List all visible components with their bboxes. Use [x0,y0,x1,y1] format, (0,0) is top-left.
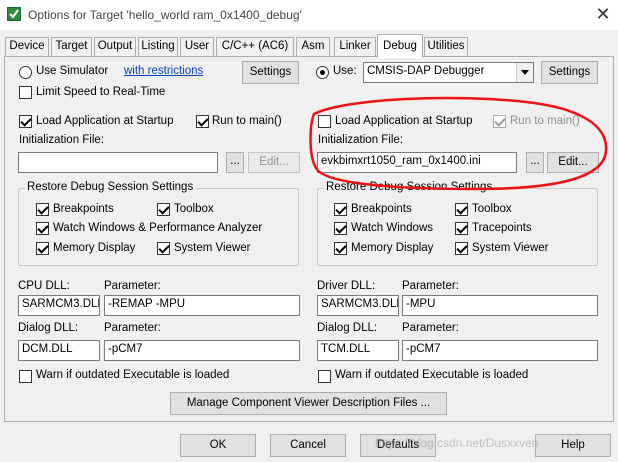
right-dialog-param-label: Parameter: [402,322,459,334]
right-run-to-main-label: Run to main() [510,115,580,127]
left-edit-button[interactable]: Edit... [248,152,300,173]
right-system-viewer-label: System Viewer [472,242,549,254]
left-toolbox-label: Toolbox [174,203,214,215]
right-warn-label: Warn if outdated Executable is loaded [335,369,529,381]
left-breakpoints-label: Breakpoints [53,203,114,215]
left-dialog-dll-input[interactable]: DCM.DLL [18,340,100,361]
debugger-select[interactable]: CMSIS-DAP Debugger [363,62,534,83]
tab-debug[interactable]: Debug [377,34,423,58]
right-load-app-checkbox[interactable] [318,115,331,128]
watermark: https://blog.csdn.net/Dusxxven [375,436,539,450]
left-system-viewer-checkbox[interactable] [157,242,170,255]
right-tracepoints-checkbox[interactable] [455,222,468,235]
left-dialog-param-label: Parameter: [104,322,161,334]
left-memory-display-checkbox[interactable] [36,242,49,255]
use-debugger-radio[interactable] [316,66,329,79]
ok-button[interactable]: OK [180,434,256,457]
right-run-to-main-checkbox[interactable] [493,115,506,128]
right-breakpoints-label: Breakpoints [351,203,412,215]
tab-output[interactable]: Output [94,37,136,56]
left-load-app-label: Load Application at Startup [36,115,174,127]
tab-utilities[interactable]: Utilities [424,37,468,56]
right-edit-button[interactable]: Edit... [547,152,599,173]
window-title: Options for Target 'hello_world ram_0x14… [28,8,302,22]
right-breakpoints-checkbox[interactable] [334,203,347,216]
left-warn-checkbox[interactable] [19,370,32,383]
use-label: Use: [333,65,357,77]
left-run-to-main-label: Run to main() [212,115,282,127]
left-toolbox-checkbox[interactable] [157,203,170,216]
debugger-select-value: CMSIS-DAP Debugger [367,65,485,77]
tab-asm[interactable]: Asm [296,37,330,56]
left-dialog-param-input[interactable]: -pCM7 [104,340,300,361]
left-warn-label: Warn if outdated Executable is loaded [36,369,230,381]
left-run-to-main-checkbox[interactable] [196,115,209,128]
left-system-viewer-label: System Viewer [174,242,251,254]
tab-cc-ac6[interactable]: C/C++ (AC6) [216,37,294,56]
left-memory-display-label: Memory Display [53,242,136,254]
left-restore-group-title: Restore Debug Session Settings [25,181,196,193]
manage-component-viewer-button[interactable]: Manage Component Viewer Description File… [170,392,447,415]
right-dialog-dll-label: Dialog DLL: [317,322,378,334]
driver-dll-input[interactable]: SARMCM3.DLL [317,295,399,316]
cpu-dll-label: CPU DLL: [18,280,70,292]
right-dialog-param-input[interactable]: -pCM7 [402,340,598,361]
chevron-down-icon[interactable] [516,63,533,82]
use-simulator-radio[interactable] [19,66,32,79]
tab-device[interactable]: Device [5,37,49,56]
right-restore-group-title: Restore Debug Session Settings [324,181,495,193]
tab-target[interactable]: Target [51,37,92,56]
cpu-param-input[interactable]: -REMAP -MPU [104,295,300,316]
use-simulator-label: Use Simulator [36,65,109,77]
right-init-file-input[interactable]: evkbimxrt1050_ram_0x1400.ini [317,152,517,173]
tab-linker[interactable]: Linker [334,37,376,56]
driver-param-label: Parameter: [402,280,459,292]
app-icon [7,7,21,21]
right-load-app-label: Load Application at Startup [335,115,473,127]
left-load-app-checkbox[interactable] [19,115,32,128]
left-dialog-dll-label: Dialog DLL: [18,322,79,334]
right-tracepoints-label: Tracepoints [472,222,532,234]
right-dialog-dll-input[interactable]: TCM.DLL [317,340,399,361]
right-system-viewer-checkbox[interactable] [455,242,468,255]
close-icon[interactable]: ✕ [591,2,615,26]
right-watch-windows-checkbox[interactable] [334,222,347,235]
left-watch-windows-checkbox[interactable] [36,222,49,235]
right-toolbox-checkbox[interactable] [455,203,468,216]
cpu-param-label: Parameter: [104,280,161,292]
left-init-file-input[interactable] [18,152,218,173]
right-settings-button[interactable]: Settings [541,61,598,84]
cancel-button[interactable]: Cancel [270,434,346,457]
left-watch-windows-label: Watch Windows & Performance Analyzer [53,222,263,234]
right-memory-display-label: Memory Display [351,242,434,254]
left-browse-button[interactable]: ... [226,152,244,173]
tab-user[interactable]: User [180,37,214,56]
tab-listing[interactable]: Listing [138,37,178,56]
help-button[interactable]: Help [535,434,611,457]
driver-param-input[interactable]: -MPU [402,295,598,316]
right-warn-checkbox[interactable] [318,370,331,383]
right-browse-button[interactable]: ... [526,152,544,173]
right-init-file-label: Initialization File: [318,134,404,146]
limit-speed-label: Limit Speed to Real-Time [36,86,166,98]
left-settings-button[interactable]: Settings [242,61,299,84]
left-init-file-label: Initialization File: [19,134,105,146]
with-restrictions-link[interactable]: with restrictions [124,65,203,77]
limit-speed-checkbox[interactable] [19,86,32,99]
right-watch-windows-label: Watch Windows [351,222,434,234]
cpu-dll-input[interactable]: SARMCM3.DLL [18,295,100,316]
driver-dll-label: Driver DLL: [317,280,376,292]
left-breakpoints-checkbox[interactable] [36,203,49,216]
right-toolbox-label: Toolbox [472,203,512,215]
right-memory-display-checkbox[interactable] [334,242,347,255]
